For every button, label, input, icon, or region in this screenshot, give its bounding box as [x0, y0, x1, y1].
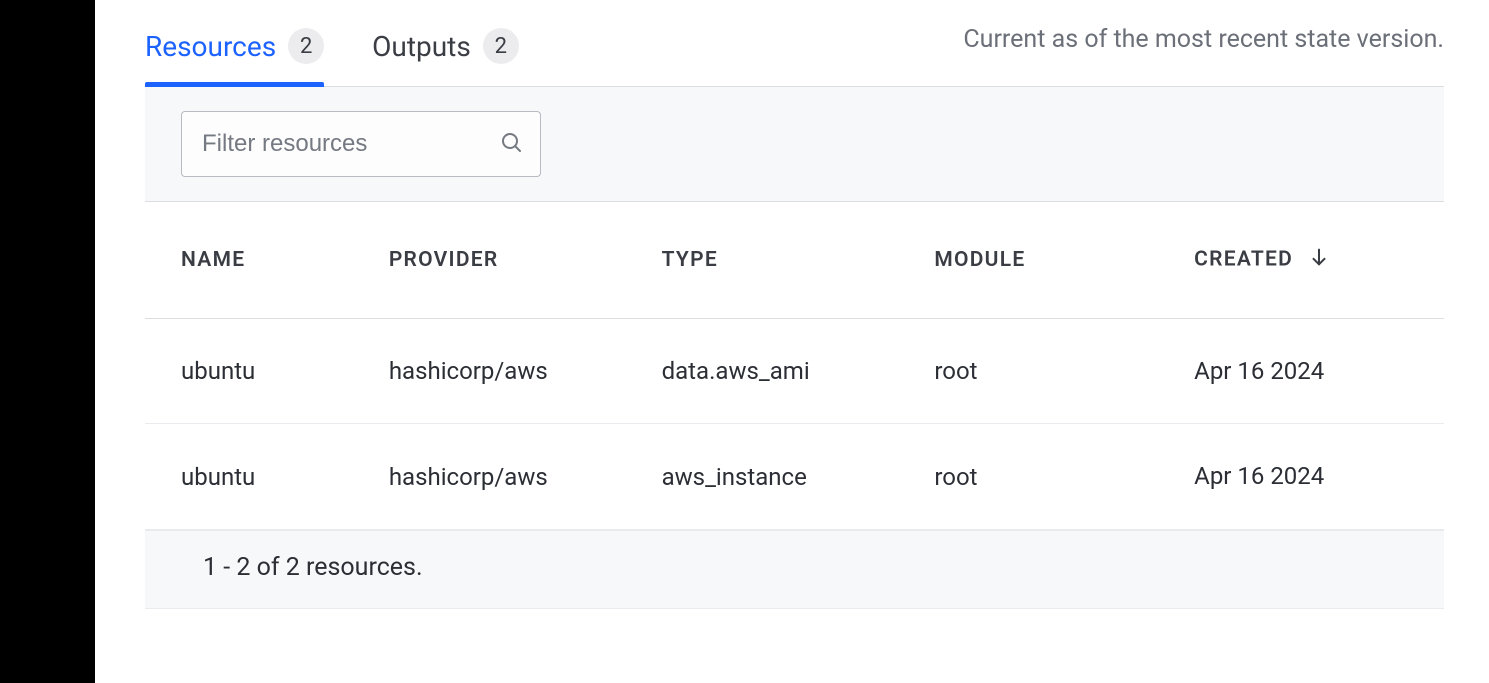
filter-wrap — [181, 111, 541, 177]
pagination-summary: 1 - 2 of 2 resources. — [145, 530, 1444, 609]
tab-outputs-label: Outputs — [372, 30, 471, 63]
tab-resources-badge: 2 — [288, 28, 324, 64]
state-version-note: Current as of the most recent state vers… — [963, 25, 1444, 86]
cell-provider: hashicorp/aws — [379, 424, 652, 529]
tab-resources[interactable]: Resources 2 — [145, 0, 324, 86]
col-header-module-label: MODULE — [934, 248, 1025, 272]
tab-resources-label: Resources — [145, 30, 276, 63]
table-row[interactable]: ubuntu hashicorp/aws aws_instance root A… — [145, 424, 1444, 529]
sidebar — [0, 0, 95, 683]
sort-descending-icon — [1308, 246, 1330, 274]
cell-provider: hashicorp/aws — [379, 319, 652, 424]
col-header-name[interactable]: NAME — [145, 202, 379, 319]
filter-bar — [145, 87, 1444, 202]
tab-outputs[interactable]: Outputs 2 — [372, 0, 519, 86]
cell-name: ubuntu — [145, 319, 379, 424]
col-header-created-label: CREATED — [1194, 248, 1293, 272]
cell-type: aws_instance — [652, 424, 925, 529]
cell-type: data.aws_ami — [652, 319, 925, 424]
table-header-row: NAME PROVIDER TYPE MODULE CREATED — [145, 202, 1444, 319]
col-header-module[interactable]: MODULE — [924, 202, 1184, 319]
col-header-name-label: NAME — [181, 248, 245, 272]
table-row[interactable]: ubuntu hashicorp/aws data.aws_ami root A… — [145, 319, 1444, 424]
col-header-provider[interactable]: PROVIDER — [379, 202, 652, 319]
col-header-created[interactable]: CREATED — [1184, 202, 1444, 319]
cell-module: root — [924, 319, 1184, 424]
cell-created: Apr 16 2024 — [1184, 319, 1444, 424]
cell-name: ubuntu — [145, 424, 379, 529]
main-content: Resources 2 Outputs 2 Current as of the … — [95, 0, 1489, 683]
cell-created: Apr 16 2024 — [1184, 424, 1444, 529]
header-row: Resources 2 Outputs 2 Current as of the … — [145, 0, 1444, 87]
tabs: Resources 2 Outputs 2 — [145, 0, 519, 86]
filter-resources-input[interactable] — [181, 111, 541, 177]
resources-table: NAME PROVIDER TYPE MODULE CREATED ubun — [145, 202, 1444, 530]
col-header-type-label: TYPE — [662, 248, 718, 272]
tab-outputs-badge: 2 — [483, 28, 519, 64]
col-header-provider-label: PROVIDER — [389, 248, 499, 272]
cell-module: root — [924, 424, 1184, 529]
col-header-type[interactable]: TYPE — [652, 202, 925, 319]
